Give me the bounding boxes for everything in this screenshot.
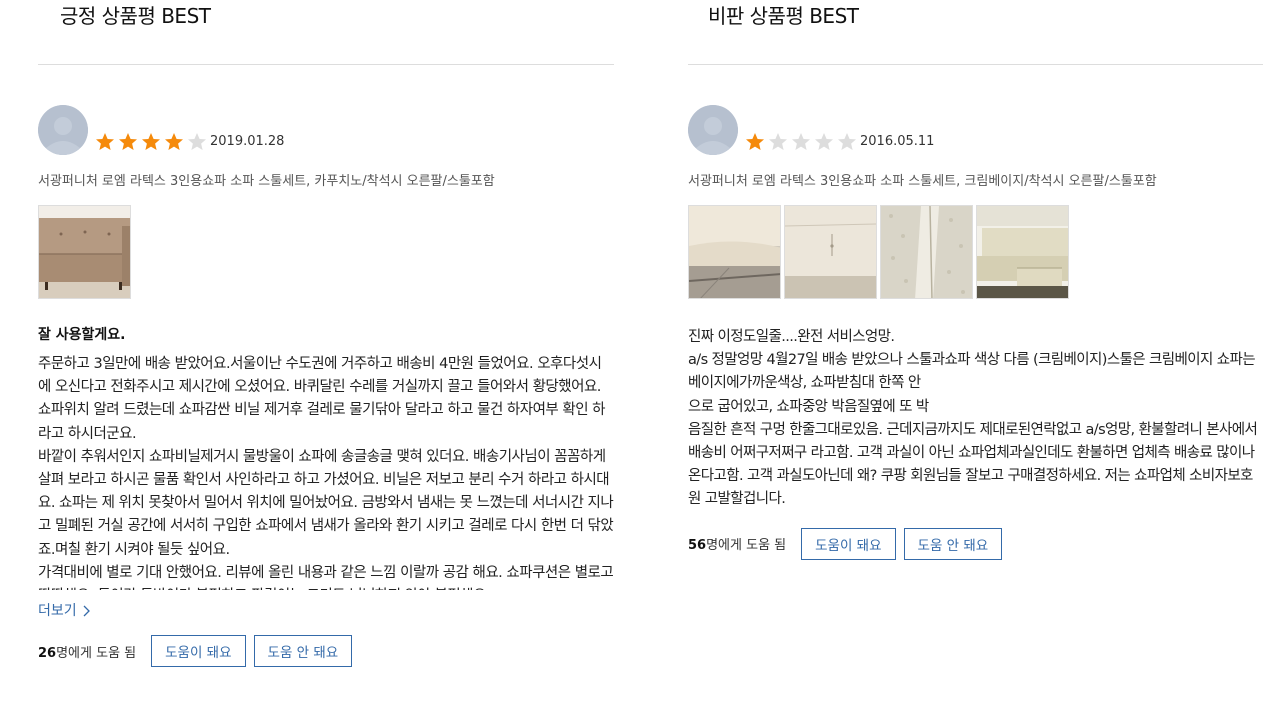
divider [38, 64, 614, 65]
divider [688, 64, 1263, 65]
helpful-count: 56명에게 도움 됨 [688, 534, 786, 553]
review-photos [688, 205, 1263, 299]
user-avatar-icon [688, 105, 738, 155]
helpful-row: 26명에게 도움 됨 도움이 돼요 도움 안 돼요 [38, 635, 614, 667]
section-title: 비판 상품평 BEST [708, 4, 859, 28]
product-option: 서광퍼니처 로엠 라텍스 3인용쇼파 소파 스툴세트, 크림베이지/착석시 오른… [688, 174, 1157, 189]
star-rating [745, 132, 857, 152]
review-headline: 잘 사용할게요. [38, 327, 126, 343]
chevron-right-icon [83, 605, 90, 617]
review-photos [38, 205, 614, 299]
helpful-no-button[interactable]: 도움 안 돼요 [903, 527, 1003, 560]
review-body-line: 으로 굽어있고, 쇼파중앙 박음질옆에 또 박 [688, 398, 929, 415]
review-date: 2016.05.11 [860, 134, 935, 149]
star-icon [746, 133, 764, 150]
star-icon [815, 133, 833, 150]
helpful-count: 26명에게 도움 됨 [38, 642, 136, 661]
helpful-no-button[interactable]: 도움 안 돼요 [253, 635, 353, 667]
star-icon [838, 133, 856, 150]
star-icon [96, 133, 114, 150]
helpful-count-number: 56 [688, 538, 707, 554]
star-icon [188, 133, 206, 150]
more-link[interactable]: 더보기 [38, 601, 90, 621]
star-icon [142, 133, 160, 150]
review-photo[interactable] [784, 205, 877, 299]
positive-review-section: 긍정 상품평 BEST 2019.01.28 서광퍼니처 로엠 라텍스 3인용쇼… [38, 0, 614, 667]
user-avatar-icon [38, 105, 88, 155]
helpful-count-number: 26 [38, 645, 57, 661]
helpful-count-suffix: 명에게 도움 됨 [706, 538, 787, 554]
review-body-line: 가격대비에 별로 기대 안했어요. 리뷰에 올린 내용과 같은 느낌 이랄까 공… [38, 564, 614, 590]
product-option: 서광퍼니처 로엠 라텍스 3인용쇼파 소파 스툴세트, 카푸치노/착석시 오른팔… [38, 174, 495, 189]
helpful-yes-button[interactable]: 도움이 돼요 [151, 635, 246, 667]
star-icon [769, 133, 787, 150]
review-photo[interactable] [880, 205, 973, 299]
review-body-line: 주문하고 3일만에 배송 받았어요.서울이난 수도권에 거주하고 배송비 4만원… [38, 356, 606, 442]
more-link-label: 더보기 [38, 603, 77, 619]
review-date: 2019.01.28 [210, 134, 285, 149]
star-icon [165, 133, 183, 150]
review-photo[interactable] [976, 205, 1069, 299]
negative-review-section: 비판 상품평 BEST 2016.05.11 서광퍼니처 로엠 라텍스 3인용쇼… [688, 0, 1263, 560]
review-header: 2016.05.11 [688, 105, 1263, 155]
review-body-line: a/s 정말엉망 4월27일 배송 받았으나 스툴과쇼파 색상 다름 (크림베이… [688, 352, 1256, 392]
star-icon [792, 133, 810, 150]
section-title: 긍정 상품평 BEST [60, 4, 211, 28]
star-icon [119, 133, 137, 150]
helpful-row: 56명에게 도움 됨 도움이 돼요 도움 안 돼요 [688, 527, 1263, 560]
review-header: 2019.01.28 [38, 105, 614, 155]
helpful-count-suffix: 명에게 도움 됨 [56, 645, 137, 661]
review-photo[interactable] [38, 205, 131, 299]
review-body-line: 음질한 흔적 구멍 한줄그대로있음. 근데지금까지도 제대로된연락없고 a/s엉… [688, 421, 1258, 508]
review-photo[interactable] [688, 205, 781, 299]
review-body-line: 바깥이 추워서인지 쇼파비닐제거시 물방울이 쇼파에 송글송글 맺혀 있더요. … [38, 448, 614, 558]
star-rating [95, 132, 207, 152]
review-body-line: 진짜 이정도일줄....완전 서비스엉망. [688, 329, 895, 345]
review-body: 주문하고 3일만에 배송 받았어요.서울이난 수도권에 거주하고 배송비 4만원… [38, 353, 614, 590]
helpful-yes-button[interactable]: 도움이 돼요 [801, 527, 896, 560]
review-body: 진짜 이정도일줄....완전 서비스엉망. a/s 정말엉망 4월27일 배송 받… [688, 326, 1263, 512]
